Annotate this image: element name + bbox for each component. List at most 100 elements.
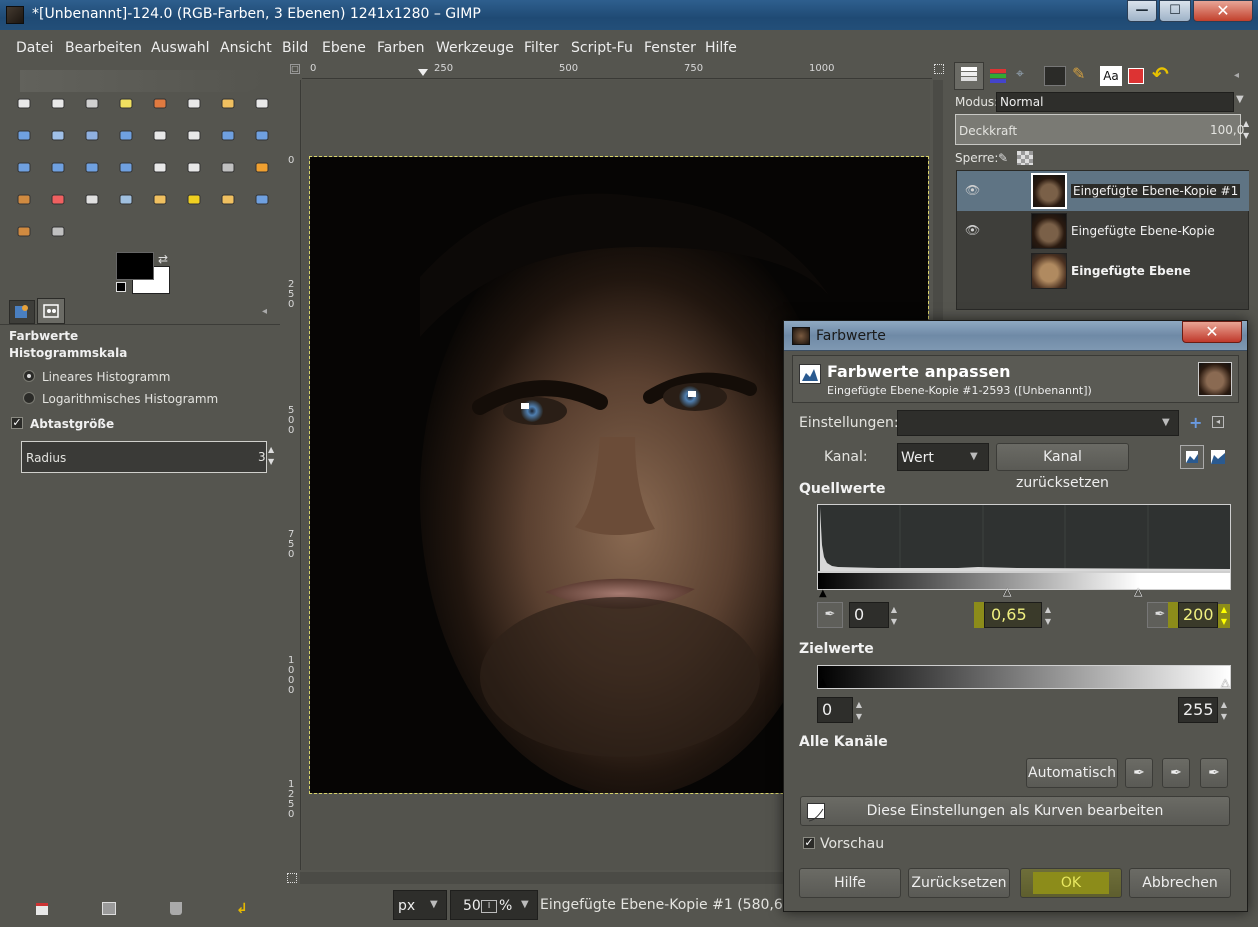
menu-hilfe[interactable]: Hilfe [705, 40, 737, 56]
reset-options-icon[interactable]: ↲ [236, 901, 248, 917]
blur-icon[interactable] [251, 188, 273, 210]
sample-size-checkbox[interactable]: ✓ [11, 417, 23, 429]
input-high-value[interactable]: 200 [1183, 605, 1214, 624]
reset-button[interactable]: Zurücksetzen [908, 868, 1010, 898]
layer-row[interactable]: 👁 Eingefügte Ebene-Kopie [957, 211, 1249, 251]
help-button[interactable]: Hilfe [799, 868, 901, 898]
add-preset-icon[interactable]: + [1189, 413, 1202, 432]
tab-undo-history[interactable]: ↶ [1152, 62, 1176, 86]
input-low-value[interactable]: 0 [854, 605, 864, 624]
black-point-handle[interactable]: ▲ [819, 588, 827, 599]
output-high-handle[interactable]: △ [1221, 676, 1229, 689]
paintbrush-icon[interactable] [13, 188, 35, 210]
channel-select[interactable]: Wert ▼ [897, 443, 989, 471]
ink-icon[interactable] [115, 188, 137, 210]
output-high-value[interactable]: 255 [1183, 700, 1214, 719]
ok-button[interactable]: OK [1020, 868, 1122, 898]
tab-brushes[interactable]: ✎ [1072, 64, 1094, 86]
zoom-fit-icon[interactable] [287, 873, 297, 883]
menu-auswahl[interactable]: Auswahl [151, 40, 210, 56]
gradient-icon[interactable] [217, 156, 239, 178]
gamma-spin[interactable]: 0,65 [984, 602, 1042, 628]
spin-arrows-icon[interactable]: ▲ ▼ [888, 604, 900, 628]
reset-channel-button[interactable]: Kanal zurücksetzen [996, 443, 1129, 491]
quick-mask-icon[interactable]: ▢ [290, 64, 300, 74]
tab-paths[interactable]: ⌖ [1016, 66, 1038, 86]
preset-menu-icon[interactable]: ◂ [1212, 416, 1224, 428]
text-icon[interactable] [149, 156, 171, 178]
mode-select[interactable]: Normal [996, 92, 1234, 112]
radius-spin-arrows[interactable]: ▲ ▼ [268, 444, 274, 468]
perspective-clone-icon[interactable] [217, 188, 239, 210]
airbrush-icon[interactable] [81, 188, 103, 210]
white-point-handle[interactable]: △ [1134, 585, 1142, 598]
opacity-slider[interactable]: Deckkraft 100,0 [955, 114, 1244, 145]
opacity-value[interactable]: 100,0 [1210, 123, 1244, 137]
menu-bild[interactable]: Bild [282, 40, 308, 56]
save-options-icon[interactable] [36, 903, 48, 915]
align-icon[interactable] [149, 124, 171, 146]
dock-menu-icon[interactable]: ◂ [1234, 70, 1239, 81]
scale-icon[interactable] [251, 124, 273, 146]
perspective-icon[interactable] [47, 156, 69, 178]
menu-fenster[interactable]: Fenster [644, 40, 696, 56]
output-high-spin[interactable]: 255 [1178, 697, 1218, 723]
menu-farben[interactable]: Farben [377, 40, 424, 56]
pick-black-icon[interactable]: ✒ [1125, 758, 1153, 788]
dodge-icon[interactable] [47, 220, 69, 242]
close-window-button[interactable]: ✕ [1193, 0, 1253, 22]
tab-colormap[interactable] [1044, 66, 1066, 86]
zoom-select[interactable]: 50 I % ▼ [450, 890, 538, 920]
crop-icon[interactable] [183, 124, 205, 146]
linear-histogram-label[interactable]: Lineares Histogramm [42, 370, 170, 384]
menu-script-fu[interactable]: Script-Fu [571, 40, 633, 56]
settings-select[interactable]: ▼ [897, 410, 1179, 436]
spin-arrows-icon[interactable]: ▲ ▼ [853, 699, 865, 723]
ellipse-select-icon[interactable] [47, 92, 69, 114]
pick-white-icon[interactable]: ✒ [1200, 758, 1228, 788]
layer-name[interactable]: Eingefügte Ebene-Kopie #1 [1071, 184, 1241, 198]
gamma-value[interactable]: 0,65 [991, 605, 1027, 624]
radius-value[interactable]: 3 [258, 450, 266, 464]
input-high-spin[interactable]: 200 [1178, 602, 1218, 628]
color-select-icon[interactable] [149, 92, 171, 114]
lasso-icon[interactable] [81, 92, 103, 114]
lock-pixels-icon[interactable]: ✎ [998, 151, 1008, 165]
menu-filter[interactable]: Filter [524, 40, 559, 56]
sample-size-label[interactable]: Abtastgröße [30, 417, 114, 431]
foreground-select-icon[interactable] [217, 92, 239, 114]
rotate-icon[interactable] [217, 124, 239, 146]
scissors-icon[interactable] [183, 92, 205, 114]
zoom-icon[interactable] [47, 124, 69, 146]
tab-channels[interactable] [988, 66, 1008, 86]
unit-select[interactable]: px ▼ [393, 890, 447, 920]
foreground-color-swatch[interactable] [116, 252, 154, 280]
bucket-fill-icon[interactable] [183, 156, 205, 178]
tab-fonts[interactable]: Aa [1100, 66, 1122, 86]
smudge-icon[interactable] [13, 220, 35, 242]
swap-colors-icon[interactable]: ⇄ [158, 252, 168, 266]
measure-icon[interactable] [81, 124, 103, 146]
restore-options-icon[interactable] [102, 902, 116, 915]
lock-alpha-icon[interactable] [1017, 151, 1033, 165]
eraser-icon[interactable] [47, 188, 69, 210]
navigate-icon[interactable] [934, 64, 944, 74]
log-histogram-label[interactable]: Logarithmisches Histogramm [42, 392, 218, 406]
pick-black-point-icon[interactable]: ✒ [817, 602, 843, 628]
input-low-spin[interactable]: 0 [849, 602, 889, 628]
spin-arrows-icon[interactable]: ▲ ▼ [1042, 604, 1054, 628]
log-histogram-icon[interactable] [1208, 447, 1228, 467]
paths-icon[interactable] [251, 92, 273, 114]
heal-icon[interactable] [183, 188, 205, 210]
eye-icon[interactable]: 👁 [965, 223, 981, 237]
spin-arrows-icon[interactable]: ▲ ▼ [1218, 604, 1230, 628]
spin-arrows-icon[interactable]: ▲ ▼ [1218, 699, 1230, 723]
menu-ebene[interactable]: Ebene [322, 40, 366, 56]
zoom-value[interactable]: 50 [463, 898, 481, 914]
pencil-icon[interactable] [251, 156, 273, 178]
menu-ansicht[interactable]: Ansicht [220, 40, 272, 56]
preview-checkbox[interactable]: ✓ [803, 837, 815, 849]
tab-tool-options[interactable] [9, 300, 35, 324]
log-histogram-radio[interactable] [23, 392, 35, 404]
preview-label[interactable]: Vorschau [820, 836, 884, 852]
